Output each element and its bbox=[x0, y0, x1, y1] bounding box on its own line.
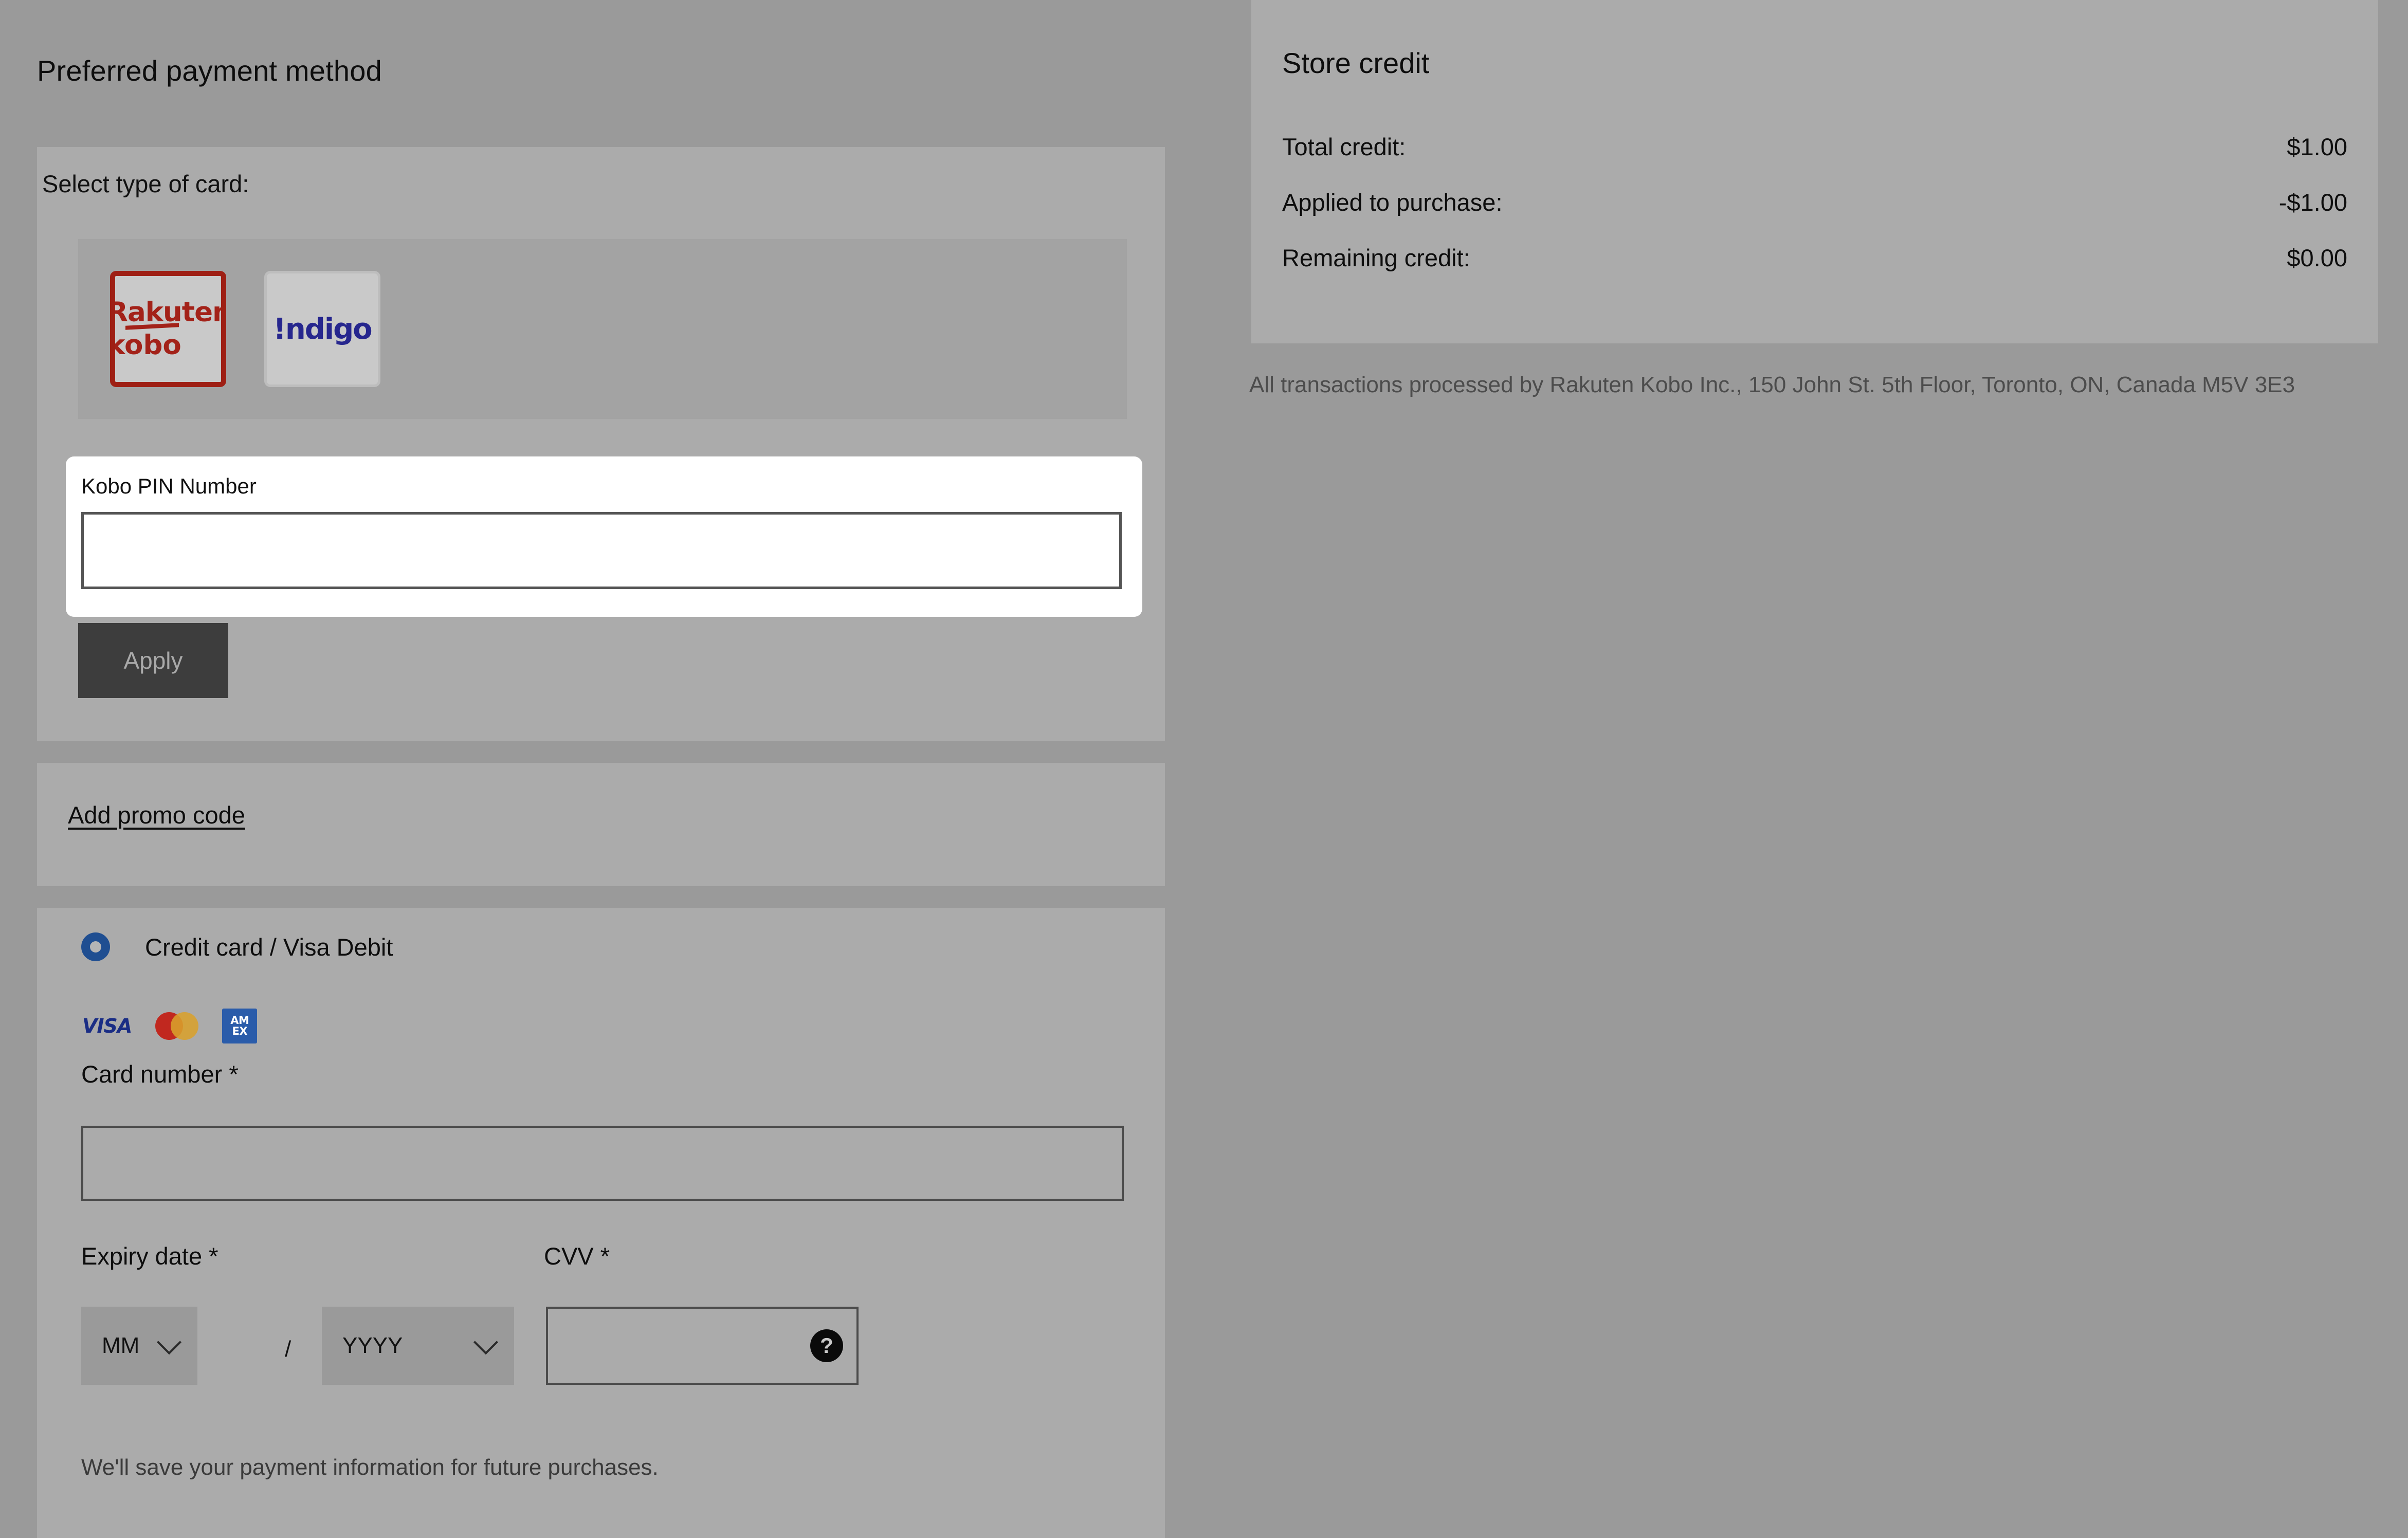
card-type-option-indigo[interactable]: !ndigo bbox=[264, 271, 380, 387]
store-credit-row-total: Total credit: $1.00 bbox=[1282, 131, 2347, 162]
expiry-separator: / bbox=[285, 1336, 291, 1362]
checkout-payment-page: Preferred payment method Select type of … bbox=[0, 0, 2408, 1538]
expiry-date-label: Expiry date * bbox=[81, 1242, 218, 1270]
visa-icon: VISA bbox=[82, 1015, 132, 1037]
cvv-input-wrapper[interactable]: ? bbox=[546, 1307, 859, 1385]
expiry-month-value: MM bbox=[102, 1333, 140, 1358]
indigo-logo: !ndigo bbox=[273, 312, 372, 346]
amex-icon: AM EX bbox=[222, 1009, 258, 1043]
store-credit-row-value: $1.00 bbox=[2287, 133, 2347, 160]
card-number-input[interactable] bbox=[81, 1126, 1124, 1201]
save-payment-note: We'll save your payment information for … bbox=[81, 1455, 659, 1480]
card-number-label: Card number * bbox=[81, 1060, 239, 1088]
store-credit-row-value: -$1.00 bbox=[2278, 188, 2347, 216]
credit-card-radio-label: Credit card / Visa Debit bbox=[145, 933, 393, 961]
store-credit-row-label: Total credit: bbox=[1282, 133, 1406, 160]
cvv-label: CVV * bbox=[544, 1242, 610, 1270]
radio-inner-dot bbox=[90, 941, 101, 953]
expiry-month-select[interactable]: MM bbox=[81, 1307, 197, 1385]
expiry-year-value: YYYY bbox=[342, 1333, 403, 1358]
card-type-option-rakuten-kobo[interactable]: Rakuten kobo bbox=[110, 271, 226, 387]
store-credit-row-applied: Applied to purchase: -$1.00 bbox=[1282, 187, 2347, 217]
expiry-year-select[interactable]: YYYY bbox=[322, 1307, 514, 1385]
legal-disclaimer: All transactions processed by Rakuten Ko… bbox=[1249, 372, 2295, 397]
rakuten-kobo-logo: Rakuten kobo bbox=[115, 298, 221, 359]
apply-pin-button[interactable]: Apply bbox=[78, 623, 228, 698]
store-credit-title: Store credit bbox=[1282, 47, 1430, 79]
credit-card-radio-selected[interactable] bbox=[81, 932, 110, 961]
add-promo-code-link[interactable]: Add promo code bbox=[68, 801, 245, 829]
credit-card-panel bbox=[37, 908, 1165, 1538]
credit-card-radio-row[interactable]: Credit card / Visa Debit bbox=[81, 932, 393, 961]
cvv-help-icon[interactable]: ? bbox=[810, 1329, 843, 1362]
store-credit-row-label: Applied to purchase: bbox=[1282, 188, 1503, 216]
accepted-card-brands: VISA AM EX bbox=[82, 1009, 258, 1043]
kobo-pin-focus-card: Kobo PIN Number bbox=[66, 456, 1142, 617]
chevron-down-icon bbox=[156, 1330, 182, 1355]
page-title: Preferred payment method bbox=[37, 54, 382, 87]
store-credit-row-remaining: Remaining credit: $0.00 bbox=[1282, 242, 2347, 273]
store-credit-row-label: Remaining credit: bbox=[1282, 244, 1470, 271]
kobo-pin-label: Kobo PIN Number bbox=[81, 474, 257, 498]
select-card-type-label: Select type of card: bbox=[42, 170, 249, 197]
store-credit-row-value: $0.00 bbox=[2287, 244, 2347, 271]
chevron-down-icon bbox=[473, 1330, 499, 1355]
card-brand-strip: Rakuten kobo !ndigo bbox=[78, 239, 1127, 419]
mastercard-icon bbox=[155, 1012, 199, 1040]
kobo-pin-input[interactable] bbox=[81, 512, 1122, 589]
